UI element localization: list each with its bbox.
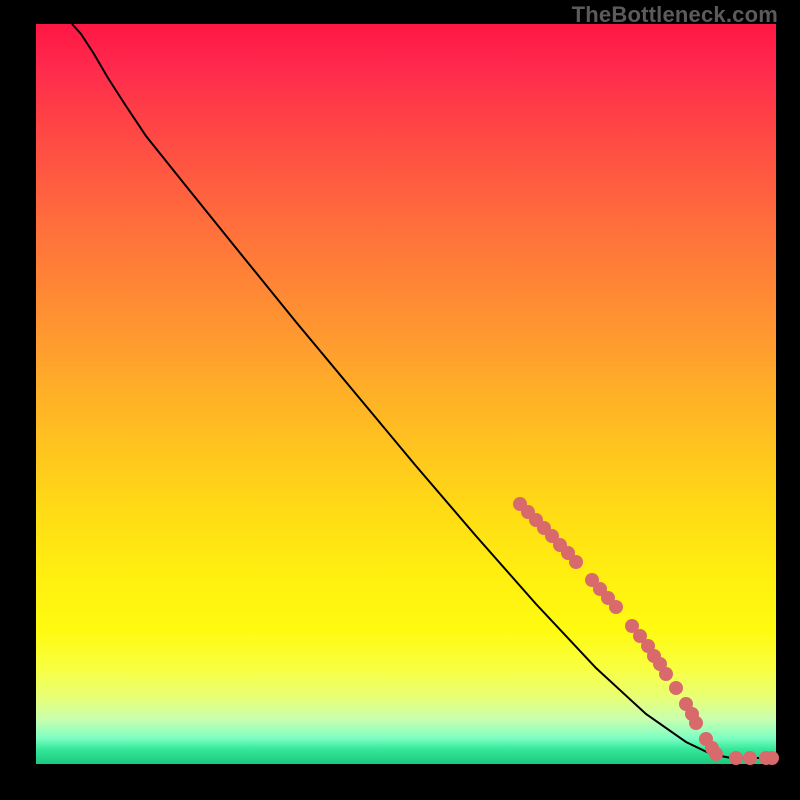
data-point [669, 681, 683, 695]
data-point [765, 751, 779, 765]
watermark: TheBottleneck.com [572, 2, 778, 28]
data-point [729, 751, 743, 765]
data-point [659, 667, 673, 681]
chart-svg [36, 24, 776, 764]
chart-area [36, 24, 776, 764]
curve-line [72, 24, 776, 758]
data-point [743, 751, 757, 765]
data-point [569, 555, 583, 569]
data-point [689, 716, 703, 730]
dot-layer [513, 497, 779, 765]
data-point [709, 747, 723, 761]
data-point [609, 600, 623, 614]
